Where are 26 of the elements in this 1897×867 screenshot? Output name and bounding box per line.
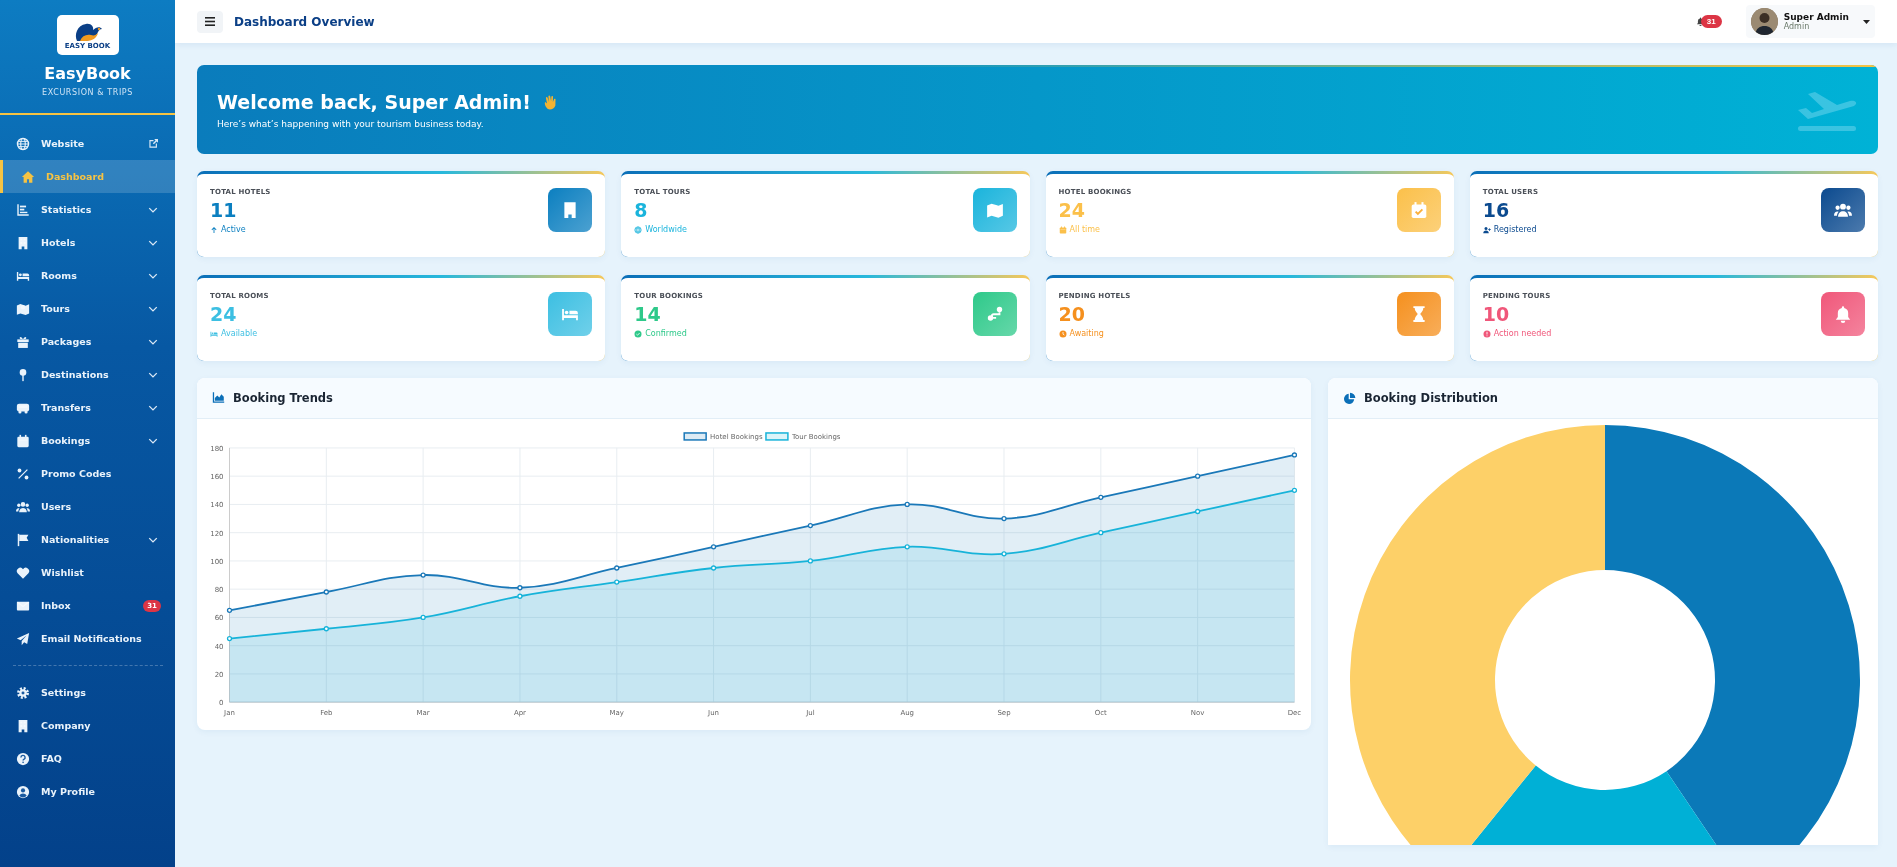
user-role: Admin — [1783, 22, 1810, 31]
stat-value: 8 — [634, 201, 649, 220]
stat-value: 20 — [1058, 305, 1086, 324]
stat-value: 24 — [1058, 201, 1086, 220]
stat-value: 10 — [1482, 305, 1511, 324]
stat-note: Registered — [1493, 225, 1537, 234]
panel-title: Booking Distribution — [1364, 391, 1498, 405]
brand-name: EasyBook — [44, 64, 131, 83]
welcome-subtitle: Here’s what’s happening with your tourism business today. — [217, 118, 485, 129]
stat-note: Awaiting — [1069, 329, 1104, 338]
stat-note: Worldwide — [645, 225, 687, 234]
stat-value: 14 — [634, 305, 662, 324]
welcome-title: Welcome back, Super Admin! — [217, 90, 531, 113]
brand-tagline: EXCURSION & TRIPS — [42, 88, 133, 97]
stat-value: 11 — [210, 201, 238, 220]
panel-title: Booking Trends — [233, 390, 333, 405]
page-title: Dashboard Overview — [234, 14, 376, 29]
stat-value: 24 — [210, 305, 238, 324]
stat-note: Confirmed — [645, 329, 687, 338]
user-name: Super Admin — [1783, 12, 1849, 22]
notification-badge: 31 — [1700, 15, 1722, 28]
stat-value: 16 — [1482, 201, 1511, 220]
stat-note: All time — [1069, 225, 1101, 234]
stat-note: Active — [221, 225, 246, 234]
stat-note: Available — [221, 329, 258, 338]
stat-note: Action needed — [1493, 329, 1552, 338]
